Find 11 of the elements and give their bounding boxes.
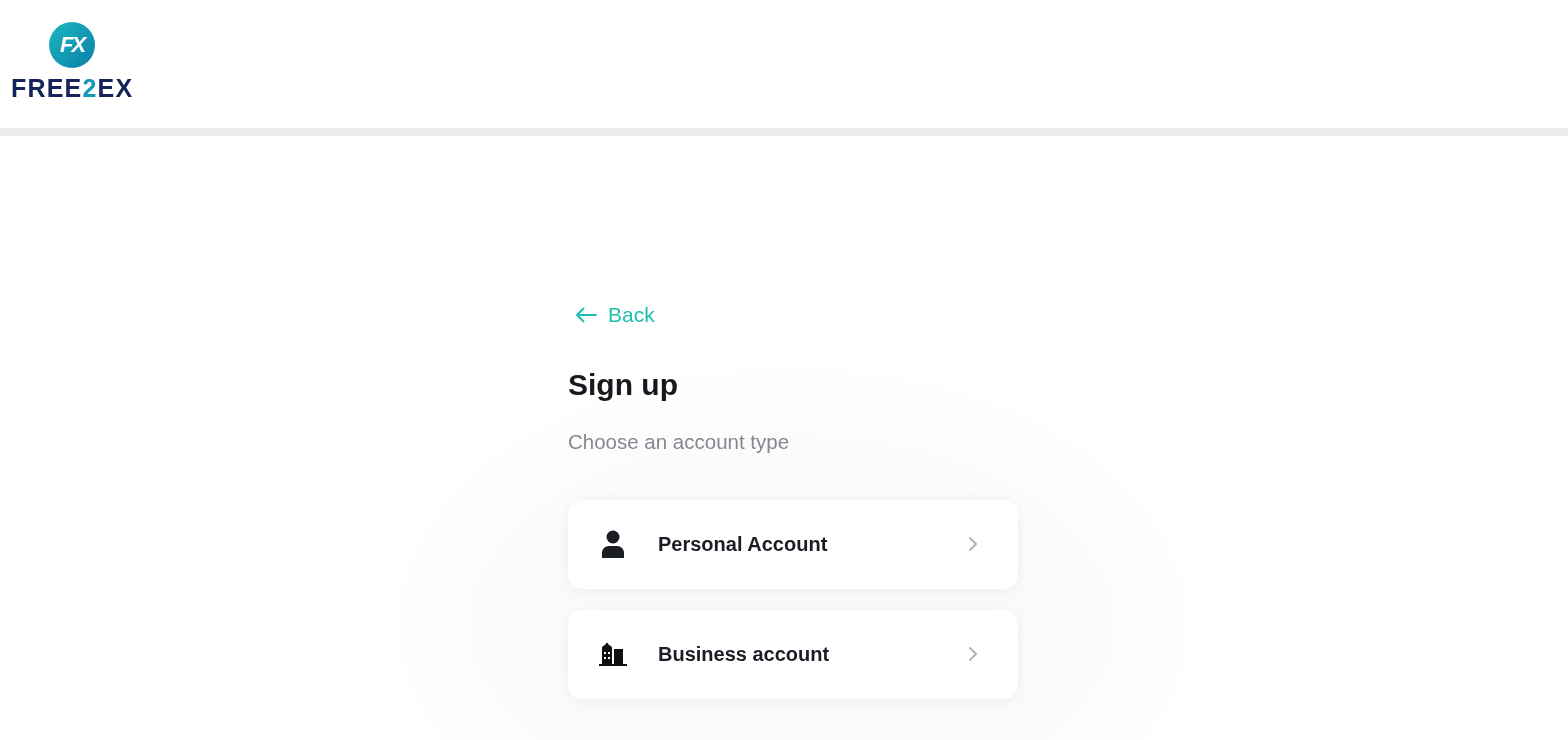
building-icon <box>598 642 628 667</box>
arrow-left-icon <box>575 307 597 323</box>
account-type-option[interactable]: Personal Account <box>568 499 1018 589</box>
chevron-right-icon <box>968 536 978 553</box>
logo-wordmark: FREE2EX <box>11 76 134 101</box>
chevron-right-icon <box>968 646 978 663</box>
logo-icon: FX <box>49 22 96 68</box>
back-label: Back <box>608 303 655 327</box>
page-title: Sign up <box>568 367 679 403</box>
page-subtitle: Choose an account type <box>568 430 791 455</box>
account-type-option[interactable]: Business account <box>568 609 1018 699</box>
